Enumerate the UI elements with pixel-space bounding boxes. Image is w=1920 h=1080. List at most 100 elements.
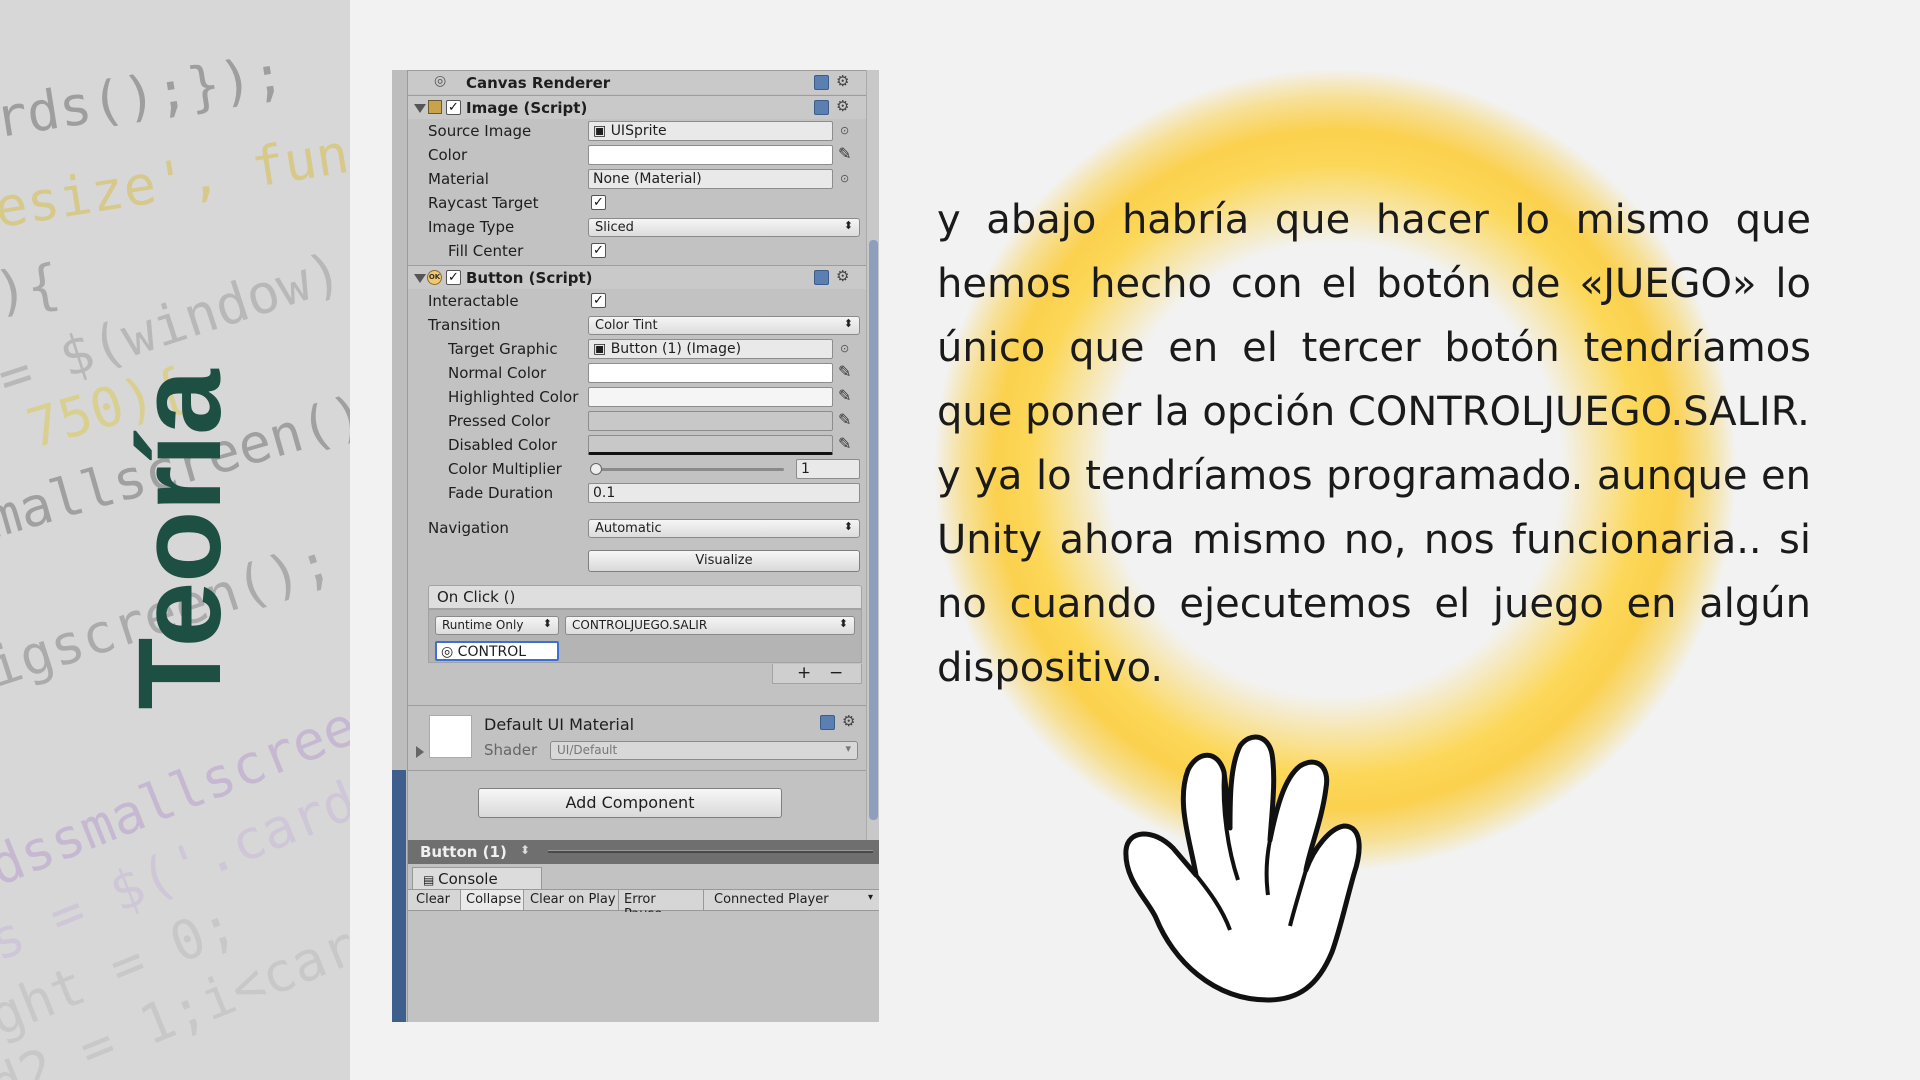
- function-dropdown[interactable]: CONTROLJUEGO.SALIR ⬍: [565, 616, 855, 635]
- image-script-header[interactable]: ✓ Image (Script) ⚙: [408, 95, 866, 119]
- help-icon[interactable]: [814, 270, 829, 285]
- color-multiplier-value[interactable]: 1: [796, 459, 860, 479]
- image-type-value: Sliced: [595, 220, 634, 235]
- onclick-header: On Click (): [428, 585, 862, 609]
- navigation-dropdown[interactable]: Automatic ⬍: [588, 519, 860, 538]
- error-pause-button[interactable]: Error Pause: [618, 890, 704, 922]
- target-object-value: CONTROL: [457, 644, 527, 660]
- fill-center-checkbox[interactable]: ✓: [591, 243, 606, 258]
- normal-color-row: Normal Color ✎: [408, 361, 866, 385]
- console-tab[interactable]: ▤ Console: [412, 867, 542, 889]
- dropdown-arrow-icon[interactable]: ▾: [868, 892, 873, 903]
- target-graphic-row: Target Graphic ▣ Button (1) (Image) ⊙: [408, 337, 866, 361]
- material-preview: [429, 715, 472, 758]
- color-multiplier-slider[interactable]: [594, 468, 784, 471]
- selection-label: Button (1): [420, 843, 507, 861]
- source-image-value: UISprite: [610, 123, 667, 139]
- gear-icon[interactable]: ⚙: [836, 97, 849, 115]
- help-icon[interactable]: [820, 715, 835, 730]
- color-multiplier-row: Color Multiplier 1: [408, 457, 866, 481]
- highlighted-color-swatch[interactable]: [588, 387, 833, 407]
- help-icon[interactable]: [814, 100, 829, 115]
- selection-arrow-icon[interactable]: ⬍: [520, 843, 530, 857]
- target-object-field[interactable]: ◎ CONTROL: [435, 641, 559, 661]
- field-label: Raycast Target: [428, 194, 539, 212]
- color-row: Color ✎: [408, 143, 866, 167]
- gear-icon[interactable]: ⚙: [842, 712, 855, 730]
- color-swatch[interactable]: [588, 145, 833, 165]
- fade-duration-field[interactable]: 0.1: [588, 483, 860, 503]
- image-script-title: Image (Script): [466, 99, 588, 117]
- fade-duration-row: Fade Duration 0.1: [408, 481, 866, 505]
- transition-row: Transition Color Tint ⬍: [408, 313, 866, 337]
- eyedropper-icon[interactable]: ✎: [838, 434, 851, 453]
- eyedropper-icon[interactable]: ✎: [838, 410, 851, 429]
- gear-icon[interactable]: ⚙: [836, 72, 849, 90]
- eyedropper-icon[interactable]: ✎: [838, 362, 851, 381]
- add-component-button[interactable]: Add Component: [478, 788, 782, 818]
- interactable-checkbox[interactable]: ✓: [591, 293, 606, 308]
- image-type-dropdown[interactable]: Sliced ⬍: [588, 218, 860, 237]
- image-type-row: Image Type Sliced ⬍: [408, 215, 866, 239]
- eyedropper-icon[interactable]: ✎: [838, 144, 851, 163]
- transition-dropdown[interactable]: Color Tint ⬍: [588, 316, 860, 335]
- canvas-renderer-header[interactable]: ◎ Canvas Renderer ⚙: [408, 70, 866, 94]
- button-script-header[interactable]: OK ✓ Button (Script) ⚙: [408, 265, 866, 289]
- console-icon: ▤: [423, 873, 439, 887]
- slider-handle[interactable]: [590, 463, 602, 475]
- unity-inspector-screenshot: ◎ Canvas Renderer ⚙ ✓ Image (Script) ⚙ S…: [392, 70, 879, 1022]
- slide-title: Teoría: [114, 370, 246, 710]
- onclick-label: On Click (): [437, 588, 516, 606]
- field-label: Color: [428, 146, 468, 164]
- runtime-dropdown[interactable]: Runtime Only ⬍: [435, 616, 559, 635]
- foldout-arrow-icon[interactable]: [414, 104, 426, 113]
- visualize-button[interactable]: Visualize: [588, 550, 860, 572]
- target-graphic-field[interactable]: ▣ Button (1) (Image): [588, 339, 833, 359]
- navigation-row: Navigation Automatic ⬍: [408, 516, 866, 540]
- object-picker-icon[interactable]: ⊙: [840, 124, 849, 137]
- gear-icon[interactable]: ⚙: [836, 267, 849, 285]
- object-picker-icon[interactable]: ⊙: [840, 172, 849, 185]
- field-label: Transition: [428, 316, 501, 334]
- onclick-footer: + −: [772, 663, 862, 684]
- body-paragraph-2: y ya lo tendríamos programado. aunque en…: [937, 453, 1811, 691]
- disabled-color-swatch[interactable]: [588, 435, 833, 455]
- help-icon[interactable]: [814, 75, 829, 90]
- field-label: Target Graphic: [448, 340, 558, 358]
- shader-dropdown[interactable]: UI/Default ▾: [550, 741, 858, 760]
- pressed-color-swatch[interactable]: [588, 411, 833, 431]
- material-foldout-icon[interactable]: [416, 746, 424, 758]
- console-log-area[interactable]: [408, 912, 879, 1022]
- foldout-arrow-icon[interactable]: [414, 274, 426, 283]
- image-enabled-checkbox[interactable]: ✓: [446, 100, 461, 115]
- field-label: Disabled Color: [448, 436, 558, 454]
- target-graphic-value: Button (1) (Image): [610, 341, 742, 357]
- field-label: Interactable: [428, 292, 519, 310]
- console-toolbar: Clear Collapse Clear on Play Error Pause…: [408, 889, 879, 922]
- disabled-color-row: Disabled Color ✎: [408, 433, 866, 457]
- object-picker-icon[interactable]: ⊙: [840, 342, 849, 355]
- clear-on-play-button[interactable]: Clear on Play: [530, 892, 616, 907]
- normal-color-swatch[interactable]: [588, 363, 833, 383]
- canvas-renderer-icon: ◎: [434, 73, 447, 89]
- add-event-button[interactable]: +: [797, 663, 811, 683]
- highlighted-color-row: Highlighted Color ✎: [408, 385, 866, 409]
- code-background-strip: rds();}); esize', functi ){ = $(window).…: [0, 0, 350, 1080]
- material-row: Material None (Material) ⊙: [408, 167, 866, 191]
- field-label: Color Multiplier: [448, 460, 562, 478]
- clear-button[interactable]: Clear: [416, 892, 450, 907]
- material-field[interactable]: None (Material): [588, 169, 833, 189]
- slide-body-text: y abajo habría que hacer lo mismo que he…: [937, 188, 1811, 700]
- selection-bar: Button (1) ⬍: [408, 840, 879, 864]
- fill-center-row: Fill Center ✓: [408, 239, 866, 263]
- eyedropper-icon[interactable]: ✎: [838, 386, 851, 405]
- inspector-scrollbar[interactable]: [866, 70, 879, 840]
- collapse-button[interactable]: Collapse: [460, 890, 524, 910]
- waving-hand-icon: [1123, 734, 1362, 1003]
- raycast-target-checkbox[interactable]: ✓: [591, 195, 606, 210]
- field-label: Fade Duration: [448, 484, 554, 502]
- source-image-field[interactable]: ▣ UISprite: [588, 121, 833, 141]
- connected-player-dropdown[interactable]: Connected Player: [714, 892, 864, 907]
- button-enabled-checkbox[interactable]: ✓: [446, 270, 461, 285]
- remove-event-button[interactable]: −: [829, 663, 843, 683]
